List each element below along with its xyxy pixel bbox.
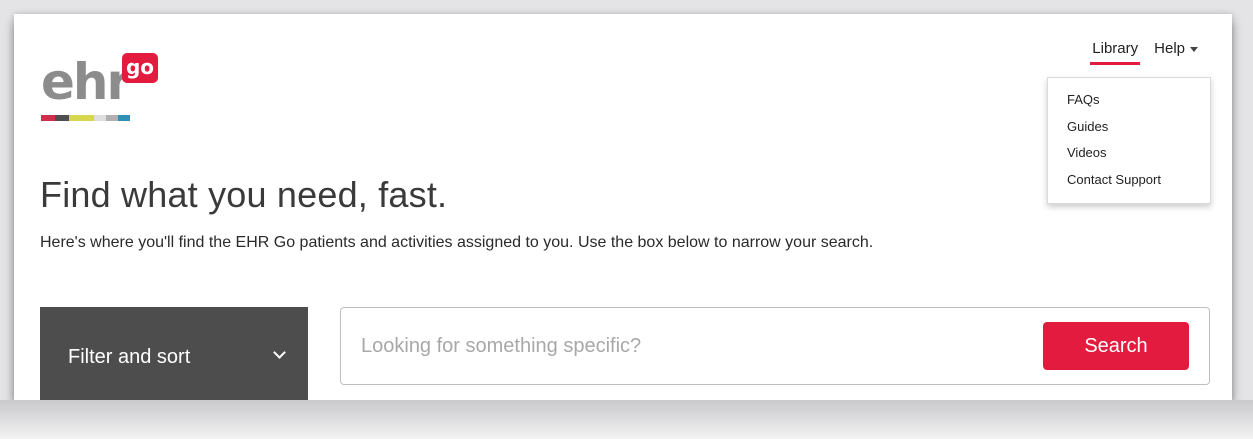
search-button[interactable]: Search <box>1043 322 1189 370</box>
search-input[interactable] <box>361 326 1001 366</box>
page-title: Find what you need, fast. <box>40 174 448 215</box>
help-menu-item-faqs[interactable]: FAQs <box>1048 87 1210 114</box>
app-window: ehr go Library Help FAQs Guides Videos C… <box>14 14 1232 400</box>
logo-text: ehr <box>41 53 131 111</box>
help-menu-item-videos[interactable]: Videos <box>1048 140 1210 167</box>
help-menu-item-guides[interactable]: Guides <box>1048 114 1210 141</box>
logo-badge: go <box>122 53 158 83</box>
filter-sort-toggle[interactable]: Filter and sort <box>40 307 308 400</box>
nav-help-label: Help <box>1154 40 1185 57</box>
backdrop-shadow <box>0 400 1253 439</box>
nav-help-menu[interactable]: Help <box>1150 40 1202 65</box>
ehr-go-logo[interactable]: ehr go <box>41 41 161 121</box>
chevron-down-icon <box>273 346 286 359</box>
top-nav: Library Help <box>1088 40 1202 65</box>
nav-library-link[interactable]: Library <box>1088 40 1142 65</box>
search-box: Search <box>340 307 1210 385</box>
help-dropdown: FAQs Guides Videos Contact Support <box>1047 77 1211 204</box>
help-menu-item-contact-support[interactable]: Contact Support <box>1048 167 1210 194</box>
page-subtitle: Here's where you'll find the EHR Go pati… <box>40 234 874 251</box>
logo-color-stripe <box>41 115 130 121</box>
filter-sort-label: Filter and sort <box>68 345 191 368</box>
caret-down-icon <box>1190 47 1198 52</box>
